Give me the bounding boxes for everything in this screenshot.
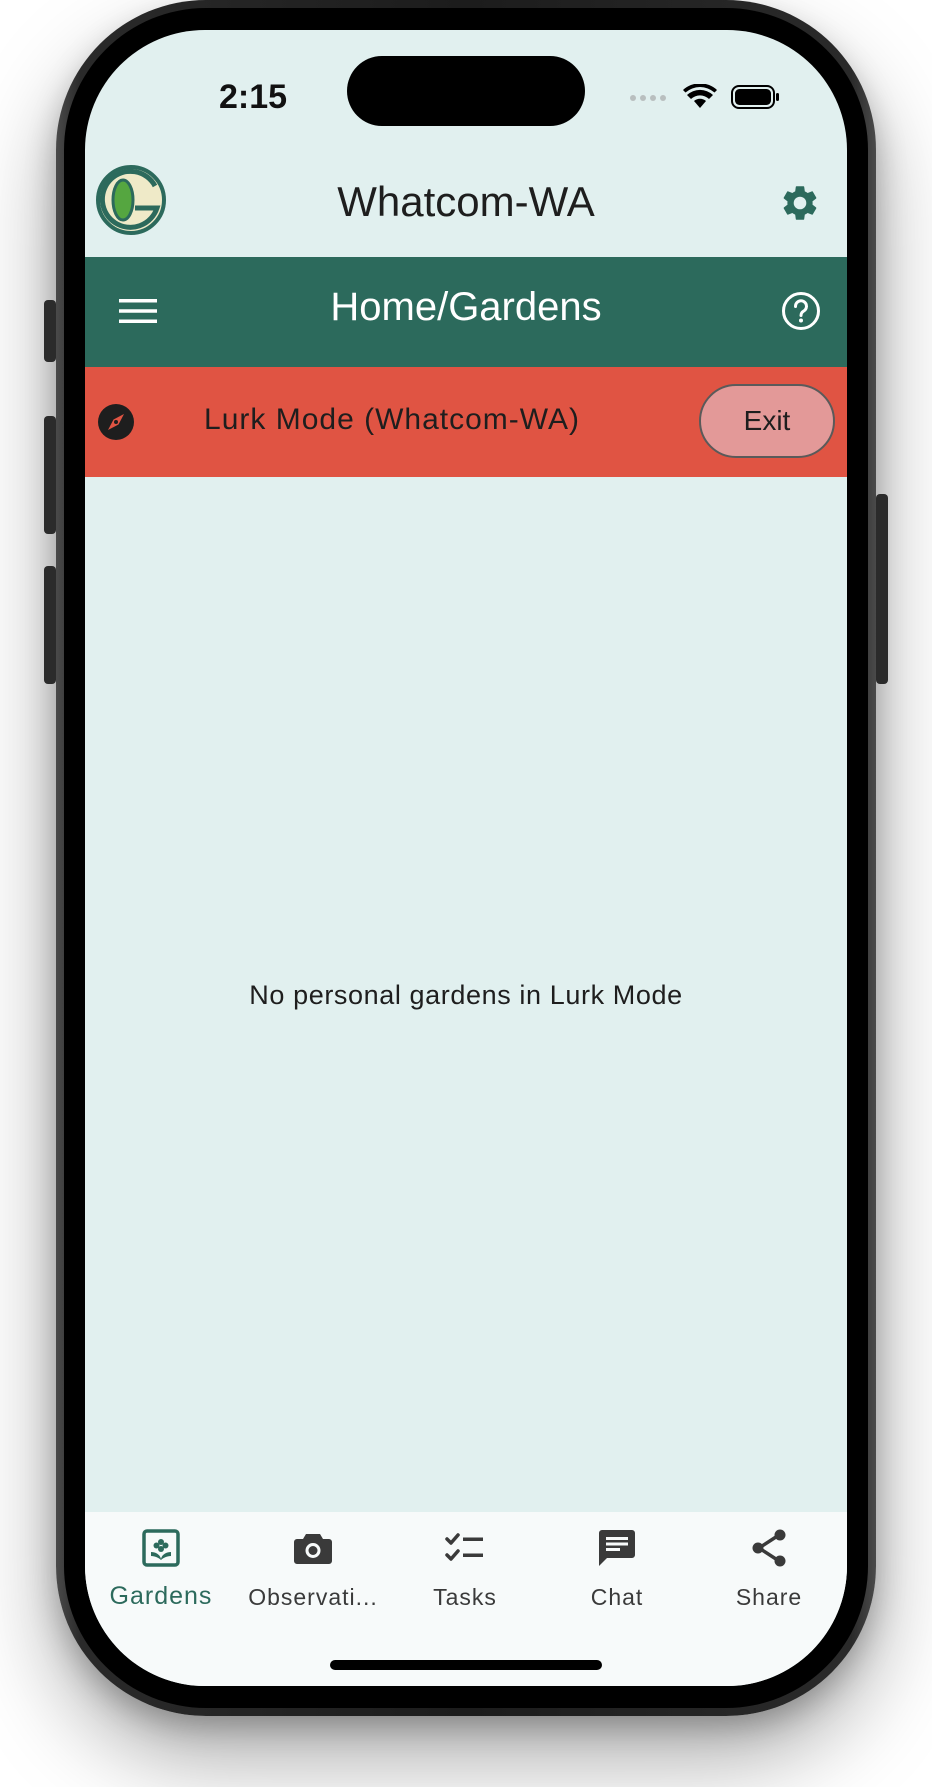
action-button bbox=[44, 300, 56, 362]
home-indicator[interactable] bbox=[330, 1660, 602, 1670]
tab-label: Gardens bbox=[109, 1582, 213, 1610]
dynamic-island bbox=[347, 56, 585, 126]
app-logo bbox=[96, 165, 166, 235]
hamburger-menu-icon[interactable] bbox=[119, 295, 157, 327]
status-indicators bbox=[629, 82, 781, 112]
page-title: Whatcom-WA bbox=[337, 178, 595, 225]
tab-gardens[interactable]: Gardens bbox=[85, 1512, 237, 1632]
exit-lurk-mode-button[interactable]: Exit bbox=[699, 384, 835, 458]
section-title: Home/Gardens bbox=[330, 285, 602, 329]
compass-icon bbox=[98, 404, 134, 440]
tab-label: Chat bbox=[590, 1584, 644, 1610]
lurk-mode-banner: Lurk Mode (Whatcom-WA) Exit bbox=[85, 367, 847, 477]
tab-label: Share bbox=[735, 1584, 803, 1610]
status-time: 2:15 bbox=[218, 78, 288, 116]
power-button bbox=[876, 494, 888, 684]
lurk-mode-label: Lurk Mode (Whatcom-WA) bbox=[204, 403, 580, 436]
volume-up-button bbox=[44, 416, 56, 534]
checklist-icon bbox=[445, 1533, 483, 1561]
empty-state-message: No personal gardens in Lurk Mode bbox=[249, 980, 683, 1010]
chat-icon bbox=[599, 1530, 635, 1566]
navigation-bar: Home/Gardens bbox=[85, 257, 847, 367]
settings-gear-icon[interactable] bbox=[779, 182, 821, 224]
tab-share[interactable]: Share bbox=[693, 1512, 845, 1632]
tab-label: Tasks bbox=[433, 1584, 497, 1610]
tab-label: Observati... bbox=[248, 1584, 378, 1610]
garden-icon bbox=[142, 1529, 180, 1567]
camera-icon bbox=[294, 1534, 332, 1564]
tab-observations[interactable]: Observati... bbox=[237, 1512, 389, 1632]
app-screen: 2:15 Whatcom-WA Home/Gardens Lurk Mode (… bbox=[85, 30, 847, 1686]
cellular-signal-icon bbox=[630, 95, 666, 101]
battery-icon bbox=[731, 85, 779, 109]
volume-down-button bbox=[44, 566, 56, 684]
help-icon[interactable] bbox=[781, 291, 821, 331]
tab-tasks[interactable]: Tasks bbox=[389, 1512, 541, 1632]
wifi-icon bbox=[683, 84, 717, 108]
share-icon bbox=[752, 1529, 786, 1567]
tab-chat[interactable]: Chat bbox=[541, 1512, 693, 1632]
